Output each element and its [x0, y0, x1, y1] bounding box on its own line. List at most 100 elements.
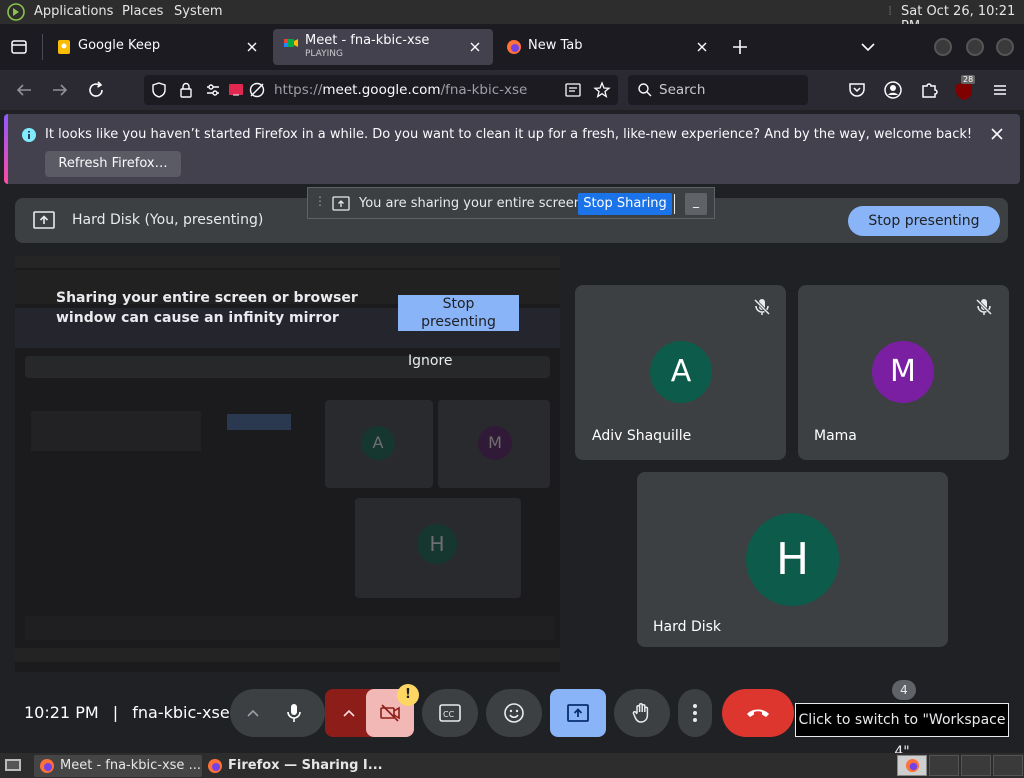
taskbar-item-meet[interactable]: Meet - fna-kbic-xse ... — [34, 755, 202, 777]
audio-settings-chevron-up-icon[interactable] — [246, 707, 260, 721]
bookmark-star-icon[interactable] — [593, 81, 611, 99]
list-all-tabs-chevron-down-icon[interactable] — [858, 37, 878, 57]
microphone-icon[interactable] — [283, 702, 305, 724]
workspace-switcher-3[interactable] — [961, 755, 991, 776]
ublock-extension-button[interactable]: 28 — [952, 75, 976, 102]
extensions-puzzle-icon[interactable] — [917, 78, 941, 102]
window-maximize-button[interactable] — [966, 38, 984, 56]
lock-icon[interactable] — [177, 81, 195, 99]
captions-button[interactable]: CC — [422, 689, 478, 737]
infinity-mirror-warning: Sharing your entire screen or browser wi… — [56, 290, 358, 326]
taskbar-item-firefox-sharing[interactable]: Firefox — Sharing I... — [202, 755, 383, 777]
participant-name: Adiv Shaquille — [592, 428, 692, 444]
hamburger-menu-icon[interactable] — [988, 78, 1012, 102]
share-screen-icon — [332, 196, 350, 211]
drag-handle-icon[interactable]: ⋮ — [314, 194, 326, 208]
url-text[interactable]: https://meet.google.com/fna-kbic-xse — [274, 82, 527, 98]
more-options-button[interactable] — [678, 689, 712, 737]
microphone-control-group — [230, 689, 325, 737]
meeting-time: 10:21 PM — [24, 703, 99, 722]
mirror-tile-m: M — [438, 400, 550, 488]
firefox-icon — [208, 759, 222, 773]
stop-sharing-button[interactable]: Stop Sharing — [578, 193, 672, 215]
sharing-message: You are sharing your entire screen. — [359, 196, 587, 211]
screen-sharing-indicator-icon[interactable] — [227, 81, 245, 99]
places-menu[interactable]: Places — [122, 4, 163, 19]
desktop-top-panel: Applications Places System ⁞ Sat Oct 26,… — [0, 0, 1024, 34]
stop-presenting-button[interactable]: Stop presenting — [848, 206, 1000, 236]
close-tab-icon[interactable] — [465, 37, 485, 57]
meeting-code[interactable]: fna-kbic-xse — [132, 703, 229, 722]
new-tab-plus-icon[interactable] — [730, 37, 750, 57]
account-icon[interactable] — [881, 78, 905, 102]
close-tab-icon[interactable] — [242, 37, 262, 57]
present-now-button[interactable] — [550, 689, 606, 737]
tab-google-keep[interactable]: Google Keep — [46, 29, 270, 65]
mic-off-icon — [975, 298, 993, 316]
permissions-icon[interactable] — [204, 81, 222, 99]
mirror-controls — [25, 616, 555, 640]
reader-view-icon[interactable] — [564, 81, 582, 99]
tab-playing-label: PLAYING — [305, 49, 343, 59]
back-arrow-icon[interactable] — [12, 78, 36, 102]
participant-avatar: M — [872, 341, 934, 403]
firefox-icon — [905, 758, 920, 773]
participant-tile-mama[interactable]: M Mama — [798, 285, 1009, 460]
present-screen-icon — [567, 704, 589, 722]
tab-title: Google Keep — [78, 38, 161, 53]
participant-tile-hard-disk[interactable]: H Hard Disk — [637, 472, 948, 647]
mirror-tile-a: A — [325, 400, 433, 488]
extension-badge: 28 — [961, 75, 976, 84]
mirror-avatar: M — [478, 426, 512, 460]
tab-title: Meet - fna-kbic-xse — [305, 33, 430, 48]
participant-avatar: A — [650, 341, 712, 403]
applications-menu[interactable]: Applications — [34, 4, 113, 19]
show-desktop-icon[interactable] — [4, 757, 22, 773]
tab-new-tab[interactable]: New Tab — [496, 29, 720, 65]
desktop-taskbar: Meet - fna-kbic-xse ... Firefox — Sharin… — [0, 753, 1024, 778]
screen-sharing-popup: ⋮ You are sharing your entire screen. St… — [307, 187, 715, 219]
participant-tile-adiv[interactable]: A Adiv Shaquille — [575, 285, 786, 460]
reload-icon[interactable] — [84, 78, 108, 102]
url-path: /fna-kbic-xse — [440, 82, 528, 98]
forward-arrow-icon[interactable] — [48, 78, 72, 102]
video-settings-chevron-up-icon[interactable] — [342, 707, 356, 721]
mic-off-icon — [753, 298, 771, 316]
hang-up-phone-icon — [747, 709, 769, 717]
workspace-badge: 4 — [892, 680, 916, 700]
workspace-switcher-1[interactable] — [897, 755, 927, 776]
leave-call-button[interactable] — [722, 689, 794, 737]
system-menu[interactable]: System — [174, 4, 222, 19]
minimize-popup-button[interactable]: _ — [685, 193, 707, 215]
workspace-switcher-2[interactable] — [929, 755, 959, 776]
url-scheme: https:// — [274, 82, 323, 98]
window-minimize-button[interactable] — [934, 38, 952, 56]
taskbar-item-label: Meet - fna-kbic-xse ... — [60, 758, 201, 773]
mirror-avatar: A — [361, 426, 395, 460]
infinity-stop-presenting-button[interactable]: Stop presenting — [398, 295, 519, 331]
firefox-view-icon[interactable] — [10, 38, 28, 56]
reactions-button[interactable] — [486, 689, 542, 737]
refresh-firefox-button[interactable]: Refresh Firefox… — [45, 151, 181, 177]
tracking-protection-shield-icon[interactable] — [150, 81, 168, 99]
search-placeholder: Search — [659, 82, 706, 98]
participant-name: Hard Disk — [653, 619, 722, 635]
ignore-button[interactable]: Ignore — [408, 353, 453, 369]
info-icon — [22, 128, 36, 142]
pocket-icon[interactable] — [845, 78, 869, 102]
tab-meet[interactable]: Meet - fna-kbic-xse PLAYING — [273, 29, 493, 65]
mirror-taskbar — [15, 648, 560, 662]
close-tab-icon[interactable] — [692, 37, 712, 57]
close-notification-icon[interactable] — [987, 124, 1007, 144]
url-bar[interactable]: https://meet.google.com/fna-kbic-xse — [144, 75, 618, 105]
distro-logo-icon[interactable] — [7, 3, 25, 21]
emoji-smile-icon — [504, 703, 524, 723]
raise-hand-button[interactable] — [614, 689, 670, 737]
warning-badge: ! — [397, 684, 419, 706]
autoplay-blocked-icon[interactable] — [248, 81, 266, 99]
window-close-button[interactable] — [996, 38, 1014, 56]
presenting-label: Hard Disk (You, presenting) — [72, 212, 264, 228]
search-input[interactable]: Search — [628, 75, 808, 105]
search-icon — [638, 83, 652, 97]
workspace-switcher-4[interactable] — [993, 755, 1023, 776]
